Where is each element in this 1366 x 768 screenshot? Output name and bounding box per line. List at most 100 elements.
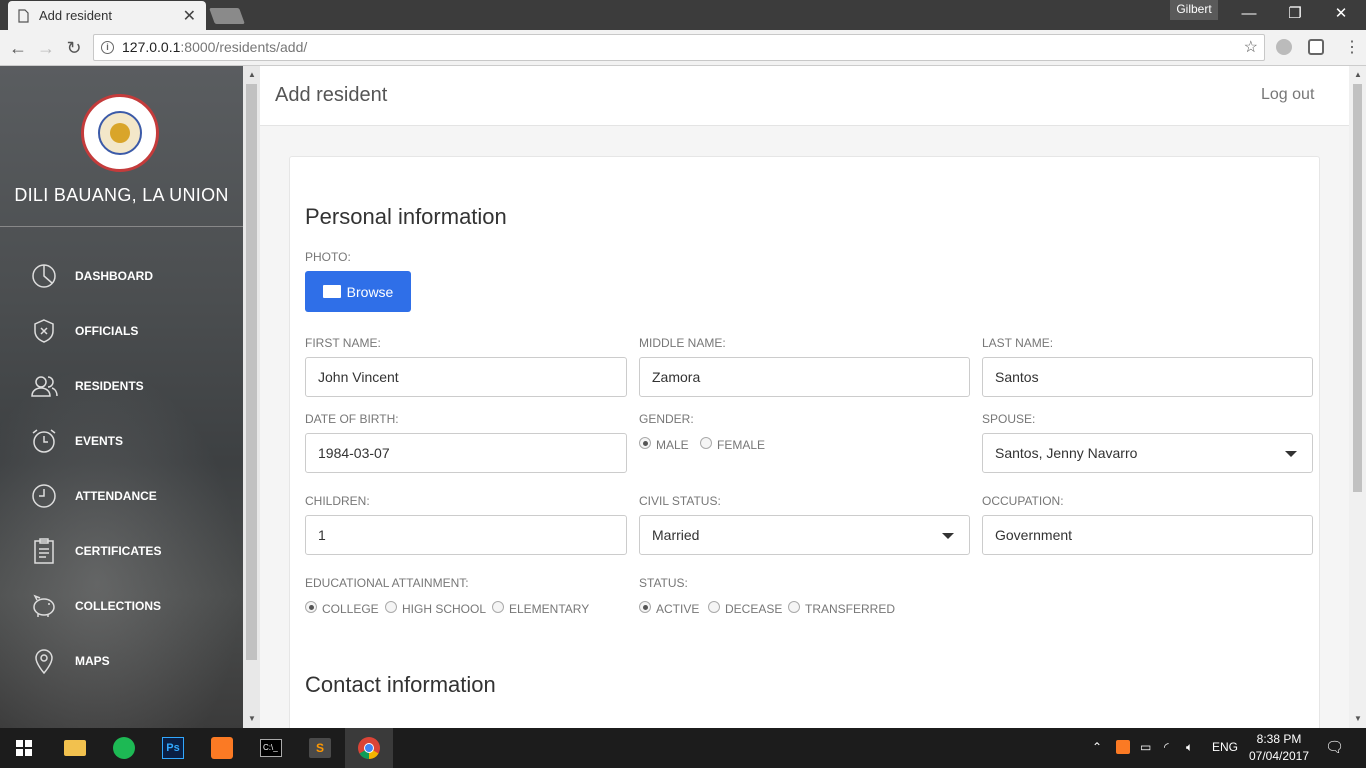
profile-name[interactable]: Gilbert bbox=[1170, 0, 1218, 20]
sidebar-item-label: MAPS bbox=[75, 654, 110, 668]
spouse-select[interactable]: Santos, Jenny Navarro bbox=[982, 433, 1313, 473]
civil-status-select[interactable]: Married bbox=[639, 515, 970, 555]
gender-label: GENDER: bbox=[639, 412, 694, 426]
system-clock[interactable]: 8:38 PM 07/04/2017 bbox=[1246, 731, 1312, 765]
sidebar-item-label: COLLECTIONS bbox=[75, 599, 161, 613]
command-prompt-icon[interactable]: C:\_ bbox=[247, 728, 295, 768]
forward-icon[interactable]: → bbox=[34, 36, 58, 60]
sidebar-item-events[interactable]: EVENTS bbox=[30, 426, 240, 456]
sidebar-scrollbar[interactable]: ▲ ▼ bbox=[243, 66, 260, 728]
xampp-icon[interactable] bbox=[198, 728, 246, 768]
first-name-field[interactable]: John Vincent bbox=[305, 357, 627, 397]
extension-m-icon[interactable] bbox=[1308, 39, 1324, 55]
new-tab-button[interactable] bbox=[209, 8, 245, 24]
browse-button[interactable]: Browse bbox=[305, 271, 411, 312]
occupation-field[interactable]: Government bbox=[982, 515, 1313, 555]
reload-icon[interactable]: ↻ bbox=[62, 36, 86, 60]
gender-male-radio[interactable]: MALE bbox=[639, 437, 689, 452]
sidebar-item-label: CERTIFICATES bbox=[75, 544, 162, 558]
education-highschool-radio[interactable]: HIGH SCHOOL bbox=[385, 601, 487, 616]
menu-kebab-icon[interactable]: ⋮ bbox=[1340, 36, 1364, 60]
spouse-value: Santos, Jenny Navarro bbox=[995, 445, 1138, 461]
sidebar-item-label: ATTENDANCE bbox=[75, 489, 157, 503]
sidebar-item-label: OFFICIALS bbox=[75, 324, 139, 338]
caret-down-icon bbox=[942, 533, 954, 539]
section-title-personal: Personal information bbox=[305, 204, 507, 229]
status-label: STATUS: bbox=[639, 576, 688, 590]
browser-tab[interactable]: Add resident ✕ bbox=[8, 1, 206, 30]
tab-title: Add resident bbox=[39, 8, 112, 23]
radio-label: FEMALE bbox=[717, 438, 766, 452]
last-name-field[interactable]: Santos bbox=[982, 357, 1313, 397]
shield-icon bbox=[34, 319, 54, 343]
chrome-icon[interactable] bbox=[345, 728, 393, 768]
photoshop-icon[interactable]: Ps bbox=[149, 728, 197, 768]
section-title-contact: Contact information bbox=[305, 672, 496, 697]
radio-label: ELEMENTARY bbox=[509, 602, 590, 616]
restore-icon[interactable]: ❐ bbox=[1272, 0, 1318, 28]
xampp-tray-icon[interactable] bbox=[1116, 740, 1130, 754]
extension-icon[interactable] bbox=[1276, 39, 1292, 55]
sidebar-item-officials[interactable]: OFFICIALS bbox=[30, 316, 240, 346]
scrollbar-thumb[interactable] bbox=[246, 84, 257, 660]
spotify-icon[interactable] bbox=[100, 728, 148, 768]
sidebar-item-attendance[interactable]: ATTENDANCE bbox=[30, 481, 240, 511]
back-icon[interactable]: ← bbox=[6, 36, 30, 60]
address-bar[interactable]: i 127.0.0.1:8000/residents/add/ ☆ bbox=[93, 34, 1265, 61]
language-indicator[interactable]: ENG bbox=[1212, 740, 1238, 754]
bookmark-star-icon[interactable]: ☆ bbox=[1244, 35, 1258, 60]
sidebar-item-residents[interactable]: RESIDENTS bbox=[30, 371, 240, 401]
brand-name: DILI BAUANG, LA UNION bbox=[14, 185, 229, 205]
middle-name-field[interactable]: Zamora bbox=[639, 357, 970, 397]
radio-label: HIGH SCHOOL bbox=[402, 602, 487, 616]
wifi-icon[interactable]: ◜ bbox=[1164, 740, 1169, 754]
scroll-down-icon[interactable]: ▼ bbox=[248, 714, 256, 723]
browser-titlebar: Add resident ✕ Gilbert — ❐ ✕ bbox=[0, 0, 1366, 30]
notification-icon[interactable]: 🗨︎ bbox=[1325, 738, 1344, 756]
official-seal-logo bbox=[81, 94, 159, 172]
sidebar: DILI BAUANG, LA UNION DASHBOARD OFFICIAL… bbox=[0, 66, 243, 728]
children-field[interactable]: 1 bbox=[305, 515, 627, 555]
battery-icon[interactable]: ▭ bbox=[1140, 740, 1151, 754]
browse-label: Browse bbox=[346, 283, 394, 300]
page-icon bbox=[18, 8, 29, 23]
sidebar-item-label: EVENTS bbox=[75, 434, 124, 448]
logout-link[interactable]: Log out bbox=[1261, 86, 1314, 104]
education-elementary-radio[interactable]: ELEMENTARY bbox=[492, 601, 590, 616]
chevron-up-icon[interactable]: ⌃ bbox=[1092, 740, 1102, 754]
status-decease-radio[interactable]: DECEASE bbox=[708, 601, 783, 616]
file-explorer-icon[interactable] bbox=[51, 728, 99, 768]
sublime-text-icon[interactable]: S bbox=[296, 728, 344, 768]
volume-icon[interactable]: 🔈︎ bbox=[1186, 740, 1193, 755]
status-active-radio[interactable]: ACTIVE bbox=[639, 601, 699, 616]
scroll-up-icon[interactable]: ▲ bbox=[1354, 70, 1362, 79]
sidebar-item-maps[interactable]: MAPS bbox=[30, 646, 240, 676]
education-college-radio[interactable]: COLLEGE bbox=[305, 601, 379, 616]
sidebar-item-label: RESIDENTS bbox=[75, 379, 144, 393]
gender-female-radio[interactable]: FEMALE bbox=[700, 437, 766, 452]
clipboard-icon bbox=[34, 538, 54, 564]
photo-label: PHOTO: bbox=[305, 250, 351, 264]
windows-start-icon[interactable] bbox=[0, 728, 48, 768]
dob-field[interactable]: 1984-03-07 bbox=[305, 433, 627, 473]
scroll-up-icon[interactable]: ▲ bbox=[248, 70, 256, 79]
info-icon[interactable]: i bbox=[101, 41, 114, 54]
radio-label: COLLEGE bbox=[322, 602, 379, 616]
children-label: CHILDREN: bbox=[305, 494, 370, 508]
sidebar-item-certificates[interactable]: CERTIFICATES bbox=[30, 536, 240, 566]
folder-open-icon bbox=[322, 285, 341, 298]
piggy-bank-icon bbox=[33, 594, 55, 617]
scroll-down-icon[interactable]: ▼ bbox=[1354, 714, 1362, 723]
close-window-icon[interactable]: ✕ bbox=[1318, 0, 1364, 28]
sidebar-item-dashboard[interactable]: DASHBOARD bbox=[30, 261, 240, 291]
resident-form-card: Personal information PHOTO: Browse FIRST… bbox=[289, 156, 1320, 728]
status-transferred-radio[interactable]: TRANSFERRED bbox=[788, 601, 895, 616]
close-tab-icon[interactable]: ✕ bbox=[183, 6, 196, 26]
scrollbar-thumb[interactable] bbox=[1353, 84, 1362, 492]
page-scrollbar[interactable]: ▲ ▼ bbox=[1349, 66, 1366, 728]
radio-label: DECEASE bbox=[725, 602, 783, 616]
sidebar-item-collections[interactable]: COLLECTIONS bbox=[30, 591, 240, 621]
minimize-icon[interactable]: — bbox=[1226, 0, 1272, 28]
browser-toolbar: ← → ↻ i 127.0.0.1:8000/residents/add/ ☆ … bbox=[0, 30, 1366, 66]
radio-label: MALE bbox=[656, 438, 689, 452]
